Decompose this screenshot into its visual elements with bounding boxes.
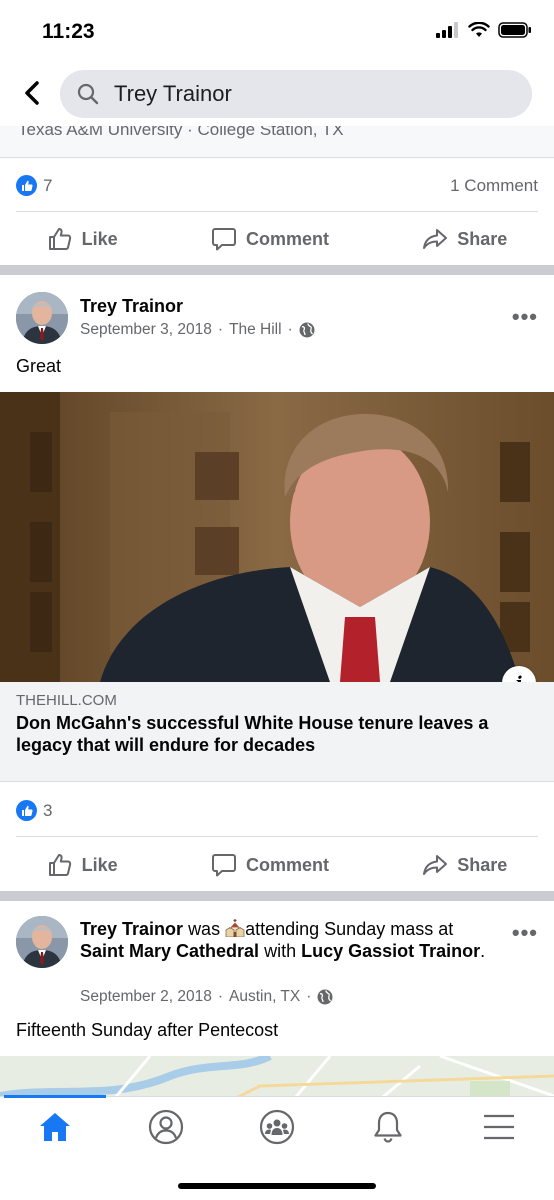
link-preview[interactable]: THEHILL.COM Don McGahn's successful Whit… [0,682,554,782]
previous-post-location: Texas A&M University · College Station, … [18,126,344,139]
tab-menu[interactable] [469,1105,529,1149]
tab-notifications[interactable] [358,1105,418,1149]
share-label: Share [457,854,508,875]
search-icon [77,83,99,105]
profile-icon [148,1109,184,1145]
chevron-left-icon [25,81,39,105]
checkin-activity: attending Sunday mass at [245,919,454,939]
checkin-with: with [264,941,297,961]
back-button[interactable] [18,78,46,108]
tab-groups[interactable] [247,1105,307,1149]
church-icon [225,919,245,938]
like-label: Like [81,854,118,875]
like-count-number: 3 [43,800,53,820]
checkin-place[interactable]: Saint Mary Cathedral [80,941,259,961]
post-actions: Like Comment Share [0,839,554,891]
like-reaction-icon [16,800,37,821]
like-count[interactable]: 3 [16,800,52,821]
globe-icon [299,322,315,338]
status-bar: 11:23 [0,0,554,62]
post-date[interactable]: September 2, 2018 [80,988,212,1006]
tab-profile[interactable] [136,1105,196,1149]
share-icon [423,229,448,249]
home-indicator [178,1183,376,1189]
more-options-icon[interactable]: ••• [512,304,538,330]
post-text: Fifteenth Sunday after Pentecost [16,1020,279,1040]
comment-label: Comment [245,228,329,249]
feed[interactable]: Texas A&M University · College Station, … [0,126,554,1096]
comment-count[interactable]: 1 Comment [450,176,538,196]
tab-bar [0,1095,554,1200]
share-button[interactable]: Share [422,852,507,878]
comment-button[interactable]: Comment [211,852,329,878]
post-separator [0,891,554,901]
checkin-period: . [480,941,486,961]
post-header: Trey Trainor September 3, 2018 · The Hil… [0,286,554,356]
comment-icon [211,228,236,251]
meta-dot: · [306,988,312,1005]
status-time: 11:23 [42,20,95,43]
share-label: Share [457,228,508,249]
comment-label: Comment [245,854,329,875]
post-source[interactable]: The Hill [229,321,282,339]
like-label: Like [81,228,118,249]
like-reaction-icon [16,175,37,196]
like-button[interactable]: Like [47,226,118,252]
more-options-icon[interactable]: ••• [512,920,538,946]
author-name[interactable]: Trey Trainor [80,919,183,939]
post-reactions: 3 [16,785,538,837]
battery-icon [498,22,531,38]
previous-post-reactions: 7 1 Comment [16,160,538,212]
map-preview[interactable] [0,1056,554,1096]
globe-icon [317,989,333,1005]
like-count[interactable]: 7 [16,175,52,196]
share-button[interactable]: Share [422,226,507,252]
previous-post-attachment[interactable]: Texas A&M University · College Station, … [0,126,554,158]
post-location[interactable]: Austin, TX [229,988,300,1006]
thumbs-up-icon [48,228,71,250]
post-meta: September 2, 2018 · Austin, TX · [80,988,333,1006]
author-name[interactable]: Trey Trainor [80,296,183,317]
active-tab-indicator [4,1095,106,1098]
meta-dot: · [287,321,293,338]
link-title: Don McGahn's successful White House tenu… [16,713,489,755]
tagged-person[interactable]: Lucy Gassiot Trainor [301,941,480,961]
search-query: Trey Trainor [114,81,232,106]
home-icon [40,1113,70,1141]
wifi-icon [468,22,490,37]
status-icons [436,22,532,38]
link-image[interactable] [0,392,554,682]
previous-post-actions: Like Comment Share [0,213,554,265]
post-text: Great [16,356,62,376]
meta-dot: · [217,321,224,338]
avatar[interactable] [16,292,68,344]
signal-icon [436,22,458,38]
search-header: Trey Trainor [0,62,554,126]
search-input[interactable]: Trey Trainor [60,70,532,118]
bell-icon [374,1111,402,1143]
share-icon [423,855,448,875]
post-date[interactable]: September 3, 2018 [80,321,212,339]
menu-icon [484,1114,514,1140]
meta-dot: · [217,988,224,1005]
checkin-verb: was [188,919,221,939]
like-button[interactable]: Like [47,852,118,878]
avatar[interactable] [16,916,68,968]
groups-icon [259,1109,295,1145]
thumbs-up-icon [48,854,71,876]
comment-icon [211,854,236,877]
tab-home[interactable] [25,1105,85,1149]
like-count-number: 7 [43,175,53,195]
link-domain: THEHILL.COM [16,692,117,709]
checkin-headline: Trey Trainor was attending Sunday mass a… [80,918,500,962]
comment-button[interactable]: Comment [211,226,329,252]
post-meta: September 3, 2018 · The Hill · [80,321,315,339]
post-separator [0,265,554,275]
